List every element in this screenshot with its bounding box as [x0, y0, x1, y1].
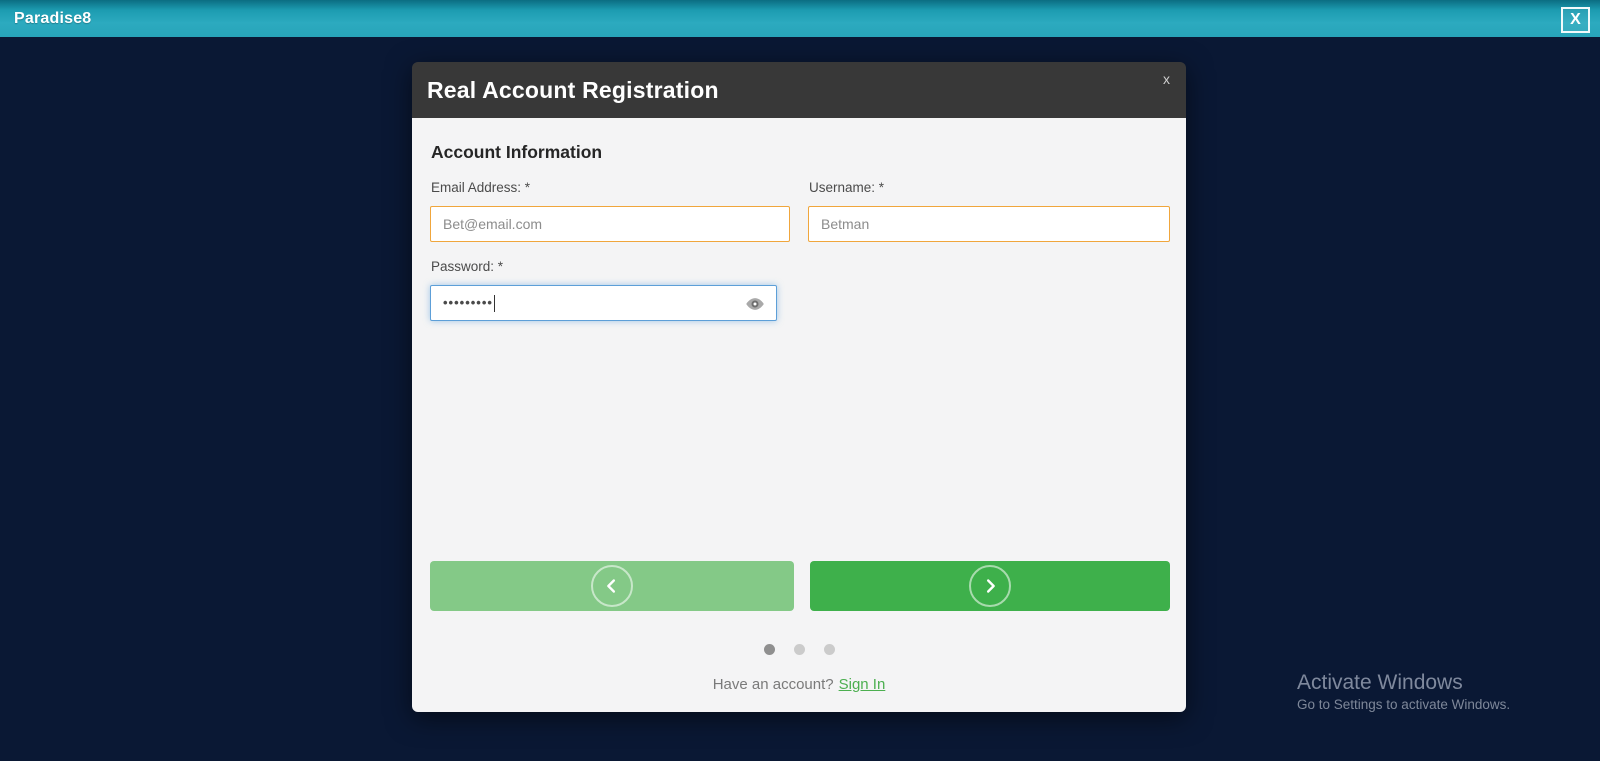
- modal-title: Real Account Registration: [427, 76, 719, 103]
- window-close-button[interactable]: X: [1561, 7, 1590, 33]
- close-icon: X: [1570, 11, 1581, 28]
- app-title: Paradise8: [14, 10, 92, 27]
- watermark-subtitle: Go to Settings to activate Windows.: [1297, 697, 1511, 712]
- chevron-left-icon: [591, 565, 633, 607]
- modal-header: Real Account Registration x: [412, 62, 1186, 118]
- registration-modal: Real Account Registration x Account Info…: [412, 62, 1186, 712]
- email-input[interactable]: [430, 206, 790, 242]
- page-background: Real Account Registration x Account Info…: [0, 37, 1600, 761]
- pagination-dot[interactable]: [793, 644, 805, 655]
- modal-body: Account Information Email Address: * Use…: [412, 118, 1186, 712]
- have-account-text: Have an account?: [712, 676, 834, 693]
- pagination-dots: [412, 644, 1186, 655]
- text-caret: [493, 294, 495, 312]
- pagination-dot[interactable]: [763, 644, 775, 655]
- modal-close-button[interactable]: x: [1163, 72, 1170, 86]
- password-masked-value: •••••••••: [443, 295, 493, 310]
- email-label: Email Address: *: [431, 180, 531, 195]
- sign-in-link[interactable]: Sign In: [839, 676, 886, 693]
- username-input[interactable]: [808, 206, 1170, 242]
- close-icon: x: [1163, 71, 1170, 87]
- watermark-title: Activate Windows: [1297, 671, 1463, 694]
- username-label: Username: *: [809, 180, 885, 195]
- show-password-eye-icon[interactable]: [744, 296, 766, 312]
- back-button[interactable]: [430, 561, 794, 611]
- titlebar: Paradise8 X: [0, 0, 1600, 37]
- section-heading: Account Information: [431, 142, 603, 162]
- password-input[interactable]: •••••••••: [430, 285, 777, 321]
- password-label: Password: *: [431, 259, 504, 274]
- activate-windows-watermark: Activate Windows Go to Settings to activ…: [1297, 671, 1510, 712]
- pagination-dot[interactable]: [823, 644, 835, 655]
- signin-row: Have an account? Sign In: [412, 676, 1186, 693]
- next-button[interactable]: [810, 561, 1170, 611]
- chevron-right-icon: [969, 565, 1011, 607]
